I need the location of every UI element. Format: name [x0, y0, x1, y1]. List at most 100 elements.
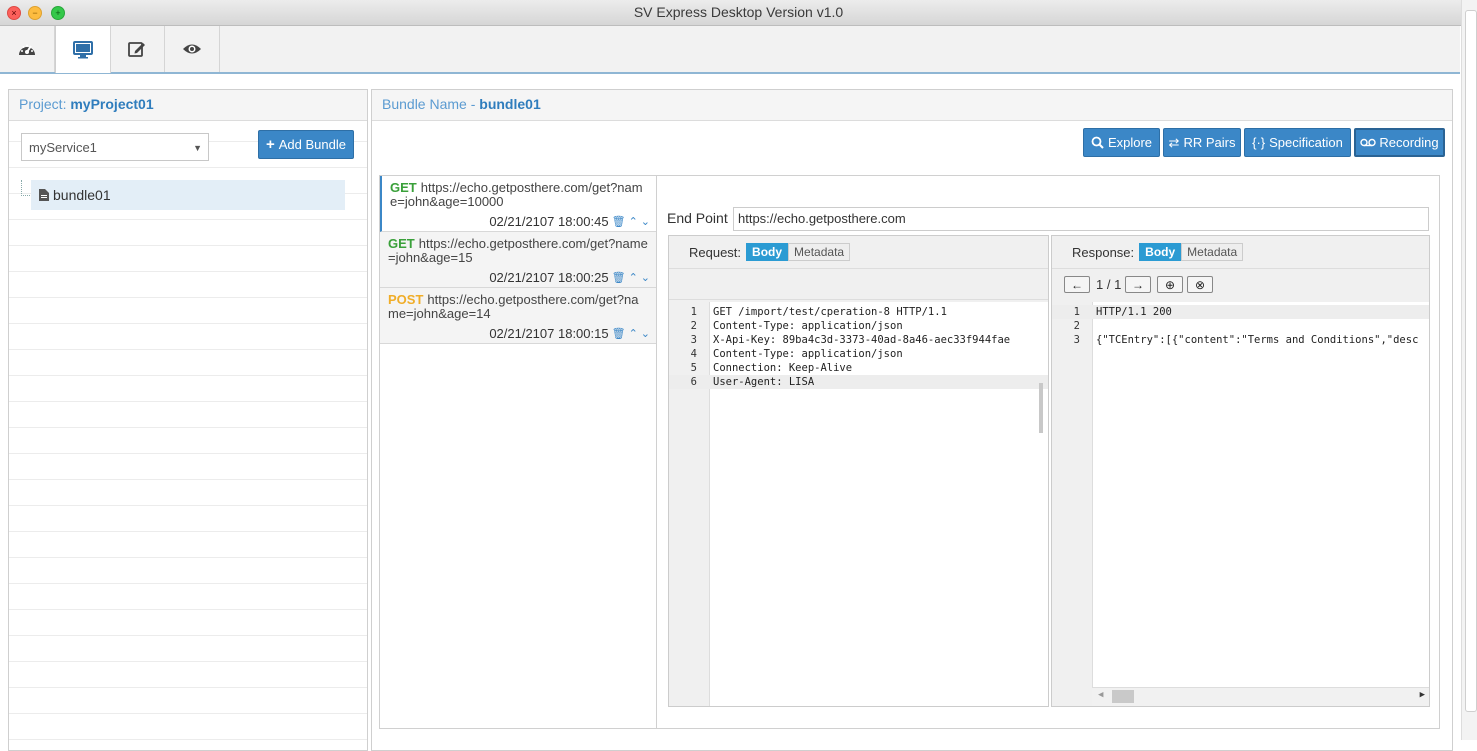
braces-icon: {·} [1252, 135, 1266, 150]
request-toolbar [669, 269, 1048, 300]
rr-item[interactable]: GET https://echo.getposthere.com/get?name… [380, 176, 656, 232]
chevron-up-icon[interactable]: ⌃ [629, 215, 638, 228]
rr-workspace: GET https://echo.getposthere.com/get?name… [379, 175, 1440, 729]
rr-pairs-label: RR Pairs [1183, 135, 1236, 150]
service-select[interactable]: myService1 ▼ [21, 133, 209, 161]
rr-url: https://echo.getposthere.com/get?name=jo… [390, 180, 643, 209]
explore-button[interactable]: Explore [1083, 128, 1160, 157]
request-pane: Request: Body Metadata 1 GET /import/test… [668, 235, 1049, 707]
code-line: 4 Content-Type: application/json [690, 348, 903, 360]
add-response-button[interactable]: ⊕ [1157, 276, 1183, 293]
code-line-current: 6 User-Agent: LISA [669, 375, 1048, 389]
add-bundle-label: Add Bundle [278, 137, 346, 152]
rr-url: https://echo.getposthere.com/get?name=jo… [388, 292, 639, 321]
project-label: Project: [19, 96, 67, 112]
scroll-left-icon[interactable]: ◀ [1098, 690, 1103, 700]
window-scrollbar[interactable] [1461, 0, 1477, 740]
plus-icon: + [266, 136, 275, 153]
arrow-right-icon: → [1132, 277, 1144, 292]
edit-icon [128, 42, 145, 57]
rr-method: POST [388, 292, 424, 307]
trash-icon[interactable]: 🗑 [612, 215, 626, 228]
horizontal-scrollbar[interactable]: ◀ ▶ [1092, 687, 1429, 706]
response-header: Response: Body Metadata [1052, 236, 1429, 269]
code-text: Content-Type: application/json [713, 320, 903, 332]
response-pane: Response: Body Metadata ← 1 / 1 → ⊕ ⊗ 1H… [1051, 235, 1430, 707]
rr-method: GET [388, 236, 415, 251]
chevron-up-icon[interactable]: ⌃ [629, 271, 638, 284]
request-editor[interactable]: 1 GET /import/test/cperation-8 HTTP/1.1 2… [669, 302, 1048, 706]
code-line-current: 1 HTTP/1.1 200 [1052, 305, 1429, 319]
chevron-down-icon[interactable]: ⌄ [641, 327, 650, 340]
code-text: User-Agent: LISA [713, 376, 815, 388]
arrow-left-icon: ← [1071, 277, 1083, 292]
dashboard-button[interactable] [0, 26, 55, 72]
scrollbar-thumb[interactable] [1112, 690, 1134, 703]
rr-item[interactable]: GET https://echo.getposthere.com/get?name… [380, 232, 656, 288]
request-metadata-tab[interactable]: Metadata [788, 243, 851, 261]
close-circle-icon: ⊗ [1194, 277, 1206, 292]
code-text: X-Api-Key: 89ba4c3d-3373-40ad-8a46-aec33… [713, 334, 1011, 346]
code-text: HTTP/1.1 200 [1096, 306, 1172, 318]
dropdown-arrow-icon: ▼ [193, 143, 202, 153]
endpoint-input[interactable]: https://echo.getposthere.com [733, 207, 1429, 231]
search-icon [1091, 136, 1104, 149]
edit-button[interactable] [110, 26, 165, 72]
code-line: 3 {"TCEntry":[{"content":"Terms and Condi… [1073, 334, 1419, 346]
response-editor[interactable]: 1 HTTP/1.1 200 2 3 {"TCEntry":[{"content":… [1052, 302, 1429, 706]
code-line: 2 Content-Type: application/json [690, 320, 903, 332]
chevron-up-icon[interactable]: ⌃ [629, 327, 638, 340]
bundle-panel: Bundle Name - bundle01 Explore ⇄ RR Pair… [371, 89, 1453, 751]
rr-method: GET [390, 180, 417, 195]
chevron-down-icon[interactable]: ⌄ [641, 215, 650, 228]
request-body-tab[interactable]: Body [746, 243, 789, 261]
trash-icon[interactable]: 🗑 [612, 271, 626, 284]
response-metadata-tab[interactable]: Metadata [1181, 243, 1244, 261]
response-pager: 1 / 1 [1096, 277, 1122, 292]
tree-item-bundle01[interactable]: bundle01 [31, 180, 345, 210]
monitor-icon [73, 40, 93, 58]
voicemail-icon [1360, 138, 1377, 147]
code-text: GET /import/test/cperation-8 HTTP/1.1 [713, 306, 947, 318]
bundle-label: Bundle Name - [382, 96, 476, 112]
scroll-right-icon[interactable]: ▶ [1420, 690, 1425, 700]
rr-timestamp: 02/21/2107 18:00:45 [489, 214, 609, 229]
pane-splitter[interactable] [1039, 383, 1043, 433]
rr-timestamp: 02/21/2107 18:00:25 [489, 270, 609, 285]
window-title: SV Express Desktop Version v1.0 [633, 4, 844, 20]
code-line: 5 Connection: Keep-Alive [690, 362, 853, 374]
view-button[interactable] [165, 26, 220, 72]
bundle-header: Bundle Name - bundle01 [372, 90, 1452, 121]
project-panel: Project: myProject01 myService1 ▼ + Add … [8, 89, 368, 751]
rr-url: https://echo.getposthere.com/get?name=jo… [388, 236, 648, 265]
code-line: 3 X-Api-Key: 89ba4c3d-3373-40ad-8a46-aec3… [690, 334, 1011, 346]
project-header: Project: myProject01 [9, 90, 367, 121]
rr-timestamp: 02/21/2107 18:00:15 [489, 326, 609, 341]
code-line: 1 GET /import/test/cperation-8 HTTP/1.1 [690, 306, 947, 318]
monitor-tab-button[interactable] [55, 26, 111, 73]
recording-button[interactable]: Recording [1354, 128, 1445, 157]
explore-label: Explore [1107, 135, 1153, 150]
response-label: Response: [1072, 244, 1135, 260]
code-line: 2 [1073, 320, 1080, 332]
add-bundle-button[interactable]: + Add Bundle [258, 130, 354, 159]
line-gutter [1052, 302, 1093, 706]
specification-button[interactable]: {·} Specification [1244, 128, 1351, 157]
response-body-tab[interactable]: Body [1139, 243, 1182, 261]
trash-icon[interactable]: 🗑 [612, 327, 626, 340]
service-select-value: myService1 [29, 140, 97, 155]
tree-item-label: bundle01 [53, 187, 111, 203]
rr-list: GET https://echo.getposthere.com/get?name… [380, 176, 657, 728]
next-button[interactable]: → [1125, 276, 1151, 293]
request-header: Request: Body Metadata [669, 236, 1048, 269]
recording-label: Recording [1379, 135, 1439, 150]
chevron-down-icon[interactable]: ⌄ [641, 271, 650, 284]
specification-label: Specification [1269, 135, 1343, 150]
prev-button[interactable]: ← [1064, 276, 1090, 293]
code-text: Connection: Keep-Alive [713, 362, 853, 374]
rr-item[interactable]: POST https://echo.getposthere.com/get?nam… [380, 288, 656, 344]
remove-response-button[interactable]: ⊗ [1187, 276, 1213, 293]
code-text: {"TCEntry":[{"content":"Terms and Condit… [1096, 334, 1419, 346]
scrollbar-thumb[interactable] [1465, 10, 1477, 712]
rr-pairs-button[interactable]: ⇄ RR Pairs [1163, 128, 1241, 157]
